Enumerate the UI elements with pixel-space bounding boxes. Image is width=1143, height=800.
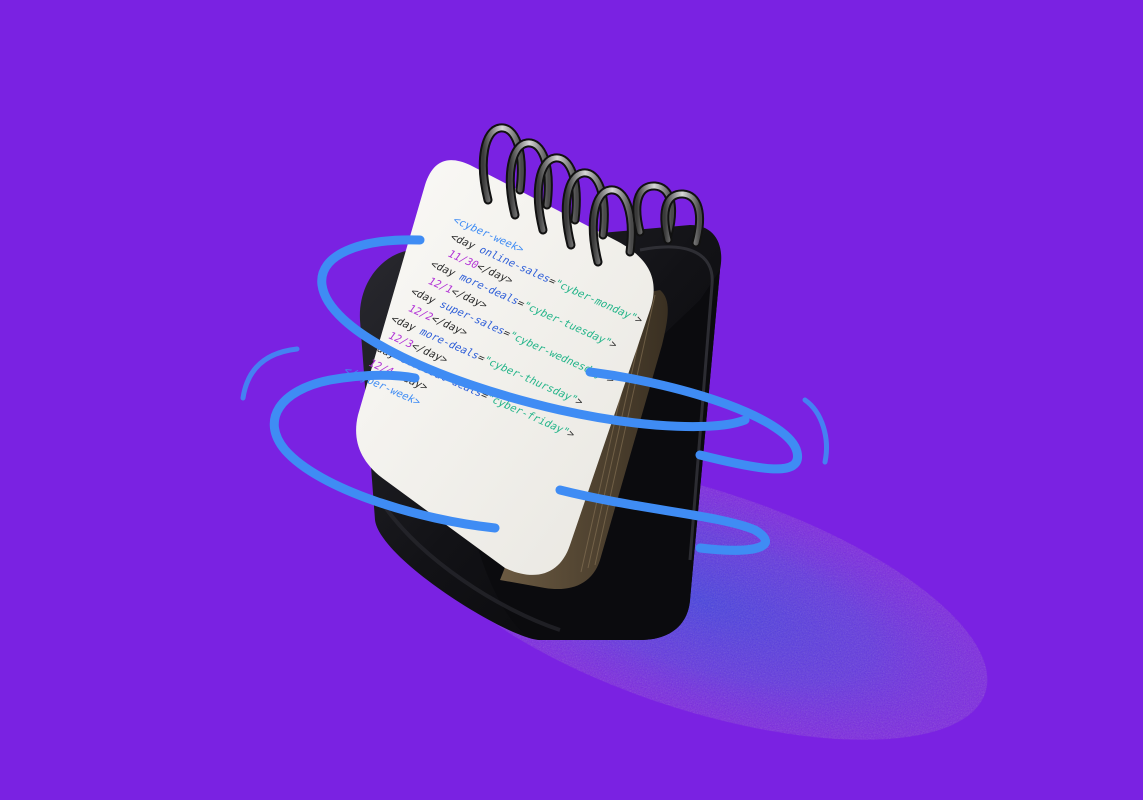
desk-calendar-illustration: <cyber-week><day online-sales="cyber-mon…	[240, 123, 988, 740]
illustration: <cyber-week> <day online-sales="cyber-mon…	[0, 0, 1143, 800]
